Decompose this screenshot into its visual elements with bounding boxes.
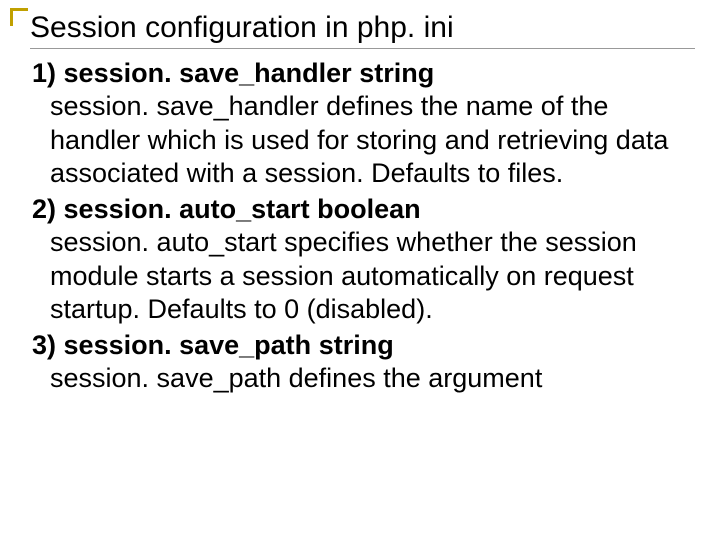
item-description: session. save_path defines the argument bbox=[50, 362, 695, 395]
item-description: session. auto_start specifies whether th… bbox=[50, 226, 695, 326]
item-description: session. save_handler defines the name o… bbox=[50, 90, 695, 190]
item-number: 3) bbox=[32, 330, 56, 360]
corner-accent-icon bbox=[10, 8, 28, 26]
item-type: string bbox=[319, 330, 394, 360]
item-type: boolean bbox=[317, 194, 421, 224]
config-item: 2) session. auto_start boolean session. … bbox=[32, 193, 695, 327]
item-space bbox=[56, 194, 64, 224]
item-name: session. save_path bbox=[64, 330, 312, 360]
item-number: 1) bbox=[32, 58, 56, 88]
item-space bbox=[56, 330, 64, 360]
item-space bbox=[56, 58, 64, 88]
slide-body: 1) session. save_handler string session.… bbox=[32, 57, 695, 396]
slide: Session configuration in php. ini 1) ses… bbox=[0, 0, 720, 540]
item-name: session. save_handler bbox=[64, 58, 352, 88]
item-type: string bbox=[359, 58, 434, 88]
item-heading: 2) session. auto_start bbox=[32, 194, 310, 224]
slide-title: Session configuration in php. ini bbox=[30, 10, 695, 49]
item-name: session. auto_start bbox=[64, 194, 310, 224]
config-item: 3) session. save_path string session. sa… bbox=[32, 329, 695, 396]
item-heading: 1) session. save_handler bbox=[32, 58, 352, 88]
item-heading: 3) session. save_path bbox=[32, 330, 311, 360]
config-item: 1) session. save_handler string session.… bbox=[32, 57, 695, 191]
item-number: 2) bbox=[32, 194, 56, 224]
